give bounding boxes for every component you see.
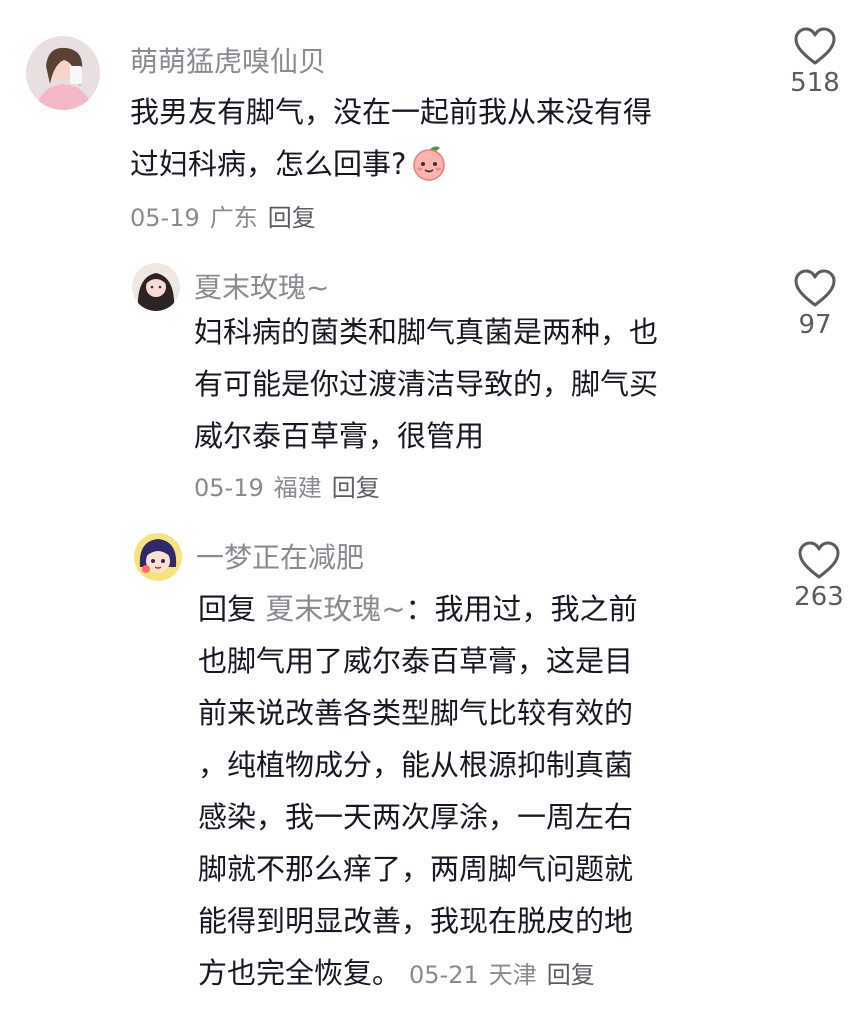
comment-meta: 05-19 福建 回复: [194, 468, 390, 503]
comment-username[interactable]: 夏末玫瑰~: [194, 266, 329, 306]
comment-text-segment: 过妇科病，怎么回事?: [130, 147, 407, 181]
like-button[interactable]: 518: [780, 26, 850, 98]
comment-text-line: 我男友有脚气，没在一起前我从来没有得: [130, 95, 653, 129]
comment-text-line: 也脚气用了威尔泰百草膏，这是目: [198, 644, 634, 678]
comment-text-line: 脚就不那么痒了，两周脚气问题就: [198, 852, 634, 886]
like-count: 518: [790, 68, 840, 98]
comment-text: 回复 夏末玫瑰~：我用过，我之前 也脚气用了威尔泰百草膏，这是目 前来说改善各类…: [198, 583, 638, 1001]
comment-text-line: 威尔泰百草膏，很管用: [194, 419, 485, 453]
comment-text-segment: ：我用过，我之前: [405, 592, 638, 626]
comment-location: 天津: [488, 961, 537, 989]
reply-target-username[interactable]: 夏末玫瑰~: [265, 592, 405, 626]
like-button[interactable]: 97: [780, 268, 850, 340]
like-count: 97: [798, 310, 832, 340]
reply-button[interactable]: 回复: [547, 961, 595, 989]
reply-button[interactable]: 回复: [332, 474, 380, 502]
comment-text-line: 前来说改善各类型脚气比较有效的: [198, 696, 634, 730]
comment-meta: 05-21 天津 回复: [409, 961, 605, 989]
comment-location: 福建: [273, 474, 322, 502]
comment-date: 05-19: [130, 204, 200, 232]
avatar[interactable]: [132, 263, 180, 311]
peach-face-emoji-icon: [410, 144, 448, 182]
comment-text-line: 过妇科病，怎么回事?: [130, 138, 652, 190]
comment-text-line: 回复 夏末玫瑰~：我用过，我之前: [198, 583, 638, 635]
heart-outline-icon: [794, 269, 836, 307]
comment-text-line: 感染，我一天两次厚涂，一周左右: [198, 800, 634, 834]
comment-text-line: 方也完全恢复。 05-21 天津 回复: [198, 947, 638, 1001]
avatar[interactable]: [134, 533, 182, 581]
comment-location: 广东: [209, 204, 258, 232]
comment-text-line: ，纯植物成分，能从根源抑制真菌: [198, 748, 634, 782]
comment-text-line: 能得到明显改善，我现在脱皮的地: [198, 904, 634, 938]
comment-text: 妇科病的菌类和脚气真菌是两种，也 有可能是你过渡清洁导致的，脚气买 威尔泰百草膏…: [194, 306, 658, 462]
like-button[interactable]: 263: [784, 540, 854, 612]
comment-username[interactable]: 一梦正在减肥: [196, 536, 364, 576]
reply-prefix: 回复: [198, 592, 266, 626]
avatar[interactable]: [26, 36, 100, 110]
like-count: 263: [794, 582, 844, 612]
comment-date: 05-19: [194, 474, 264, 502]
heart-outline-icon: [798, 541, 840, 579]
comment-date: 05-21: [409, 961, 479, 989]
heart-outline-icon: [794, 27, 836, 65]
comment-text-line: 有可能是你过渡清洁导致的，脚气买: [194, 367, 659, 401]
comment-text-line: 妇科病的菌类和脚气真菌是两种，也: [194, 315, 659, 349]
comment-text: 我男友有脚气，没在一起前我从来没有得 过妇科病，怎么回事?: [130, 86, 652, 190]
comment-username[interactable]: 萌萌猛虎嗅仙贝: [130, 40, 326, 80]
reply-button[interactable]: 回复: [268, 204, 316, 232]
comment-meta: 05-19 广东 回复: [130, 198, 326, 233]
comment-text-segment: 方也完全恢复。: [198, 956, 402, 990]
